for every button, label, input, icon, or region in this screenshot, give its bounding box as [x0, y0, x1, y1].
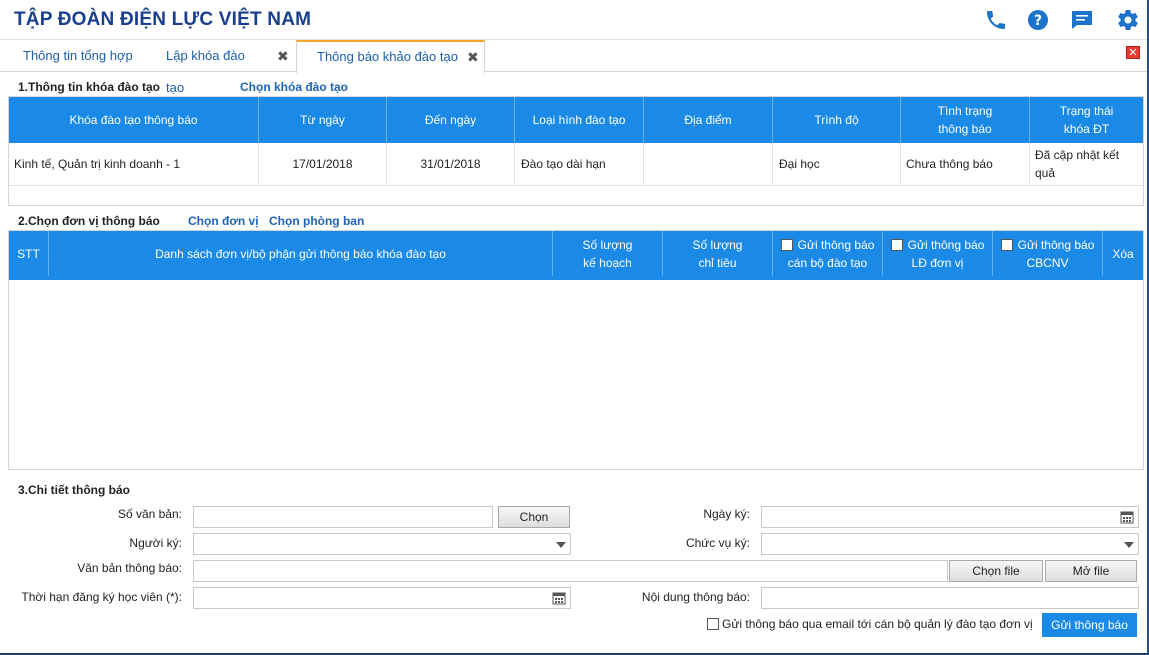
- choose-course-link[interactable]: Chọn khóa đào tạo: [240, 80, 348, 94]
- header-line-text: Gửi thông báo: [797, 237, 875, 252]
- col-header-planned-qty: Số lượng kế hoạch: [553, 231, 663, 276]
- header-line: LĐ đơn vị: [911, 255, 964, 270]
- open-file-button[interactable]: Mở file: [1045, 560, 1137, 582]
- table-cell: [644, 143, 773, 186]
- col-header-stt: STT: [9, 231, 49, 276]
- choose-button[interactable]: Chọn: [498, 506, 570, 528]
- section2-title: 2.Chọn đơn vị thông báo: [18, 214, 160, 228]
- chevron-down-icon: [556, 542, 566, 548]
- notice-content-input[interactable]: [761, 587, 1139, 609]
- doc-number-label: Số văn bản:: [117, 507, 182, 521]
- tab-label: Thông báo khảo đào tạo: [317, 49, 458, 64]
- header-line: Gửi thông báo: [1000, 236, 1095, 254]
- app-window: TẬP ĐOÀN ĐIỆN LỰC VIỆT NAM ? Thông tin t…: [0, 0, 1149, 655]
- close-icon[interactable]: ✖: [277, 48, 289, 65]
- table-cell: Đại học: [773, 143, 901, 186]
- help-icon[interactable]: ?: [1026, 8, 1050, 32]
- unit-table: STT Danh sách đơn vị/bộ phận gửi thông b…: [8, 230, 1144, 470]
- calendar-icon[interactable]: [552, 591, 566, 605]
- tab-thong-tin-tong-hop[interactable]: Thông tin tổng hợp: [23, 40, 143, 72]
- sign-date-input[interactable]: [761, 506, 1139, 528]
- chevron-down-icon: [1124, 542, 1134, 548]
- col-header-send-leader: Gửi thông báo LĐ đơn vị: [883, 231, 993, 276]
- header-line: kế hoạch: [583, 255, 632, 270]
- tab-label: Lập khóa đào tạo: [166, 48, 245, 95]
- col-header: Loại hình đào tạo: [515, 97, 644, 143]
- header-line: Số lượng: [692, 237, 743, 252]
- notice-content-label: Nội dung thông báo:: [641, 590, 750, 604]
- header-underline: [9, 276, 1143, 280]
- col-header-quota-qty: Số lượng chỉ tiêu: [663, 231, 773, 276]
- top-bar: TẬP ĐOÀN ĐIỆN LỰC VIỆT NAM ?: [0, 0, 1147, 40]
- col-header-delete: Xóa: [1103, 231, 1143, 276]
- choose-department-link[interactable]: Chọn phòng ban: [269, 214, 364, 228]
- choose-unit-link[interactable]: Chọn đơn vị: [188, 214, 259, 228]
- send-trainer-checkbox[interactable]: [780, 238, 793, 251]
- doc-number-input[interactable]: [193, 506, 493, 528]
- choose-file-button[interactable]: Chọn file: [949, 560, 1043, 582]
- header-line: chỉ tiêu: [698, 255, 737, 270]
- signer-title-select[interactable]: [761, 533, 1139, 555]
- header-line: Số lượng: [582, 237, 633, 252]
- deadline-label: Thời hạn đăng ký học viên (*):: [21, 590, 182, 604]
- col-header: Từ ngày: [259, 97, 387, 143]
- sign-date-label: Ngày ký:: [703, 507, 750, 521]
- col-header: Trạng thái khóa ĐT: [1030, 97, 1143, 143]
- email-notify-label: Gửi thông báo qua email tới cán bộ quản …: [722, 617, 1033, 631]
- header-line-text: Gửi thông báo: [1017, 237, 1095, 252]
- header-line: CBCNV: [1026, 255, 1069, 270]
- section1-title: 1.Thông tin khóa đào tạo: [18, 80, 160, 94]
- notice-doc-input[interactable]: [193, 560, 948, 582]
- col-header: Trình độ: [773, 97, 901, 143]
- table-cell: 31/01/2018: [387, 143, 515, 186]
- close-icon[interactable]: ✖: [467, 42, 479, 72]
- col-header: Khóa đào tạo thông báo: [9, 97, 259, 143]
- section3-title: 3.Chi tiết thông báo: [18, 483, 130, 497]
- col-header: Tình trạng thông báo: [901, 97, 1030, 143]
- svg-text:?: ?: [1034, 13, 1042, 29]
- col-header-unit-list: Danh sách đơn vị/bộ phận gửi thông báo k…: [49, 231, 553, 276]
- app-title: TẬP ĐOÀN ĐIỆN LỰC VIỆT NAM: [14, 9, 312, 30]
- table-cell: 17/01/2018: [259, 143, 387, 186]
- notice-doc-label: Văn bản thông báo:: [77, 561, 182, 575]
- calendar-icon[interactable]: [1120, 510, 1134, 524]
- send-staff-checkbox[interactable]: [1000, 238, 1013, 251]
- header-line: cán bộ đào tạo: [787, 255, 868, 270]
- table-cell: Đào tạo dài hạn: [515, 143, 644, 186]
- header-line-text: Gửi thông báo: [907, 237, 985, 252]
- chat-icon[interactable]: [1070, 8, 1094, 32]
- phone-icon[interactable]: [984, 8, 1008, 32]
- header-line: Gửi thông báo: [780, 236, 875, 254]
- tab-thong-bao-khao-dao-tao[interactable]: Thông báo khảo đào tạo ✖: [296, 40, 485, 73]
- send-notice-button[interactable]: Gửi thông báo: [1042, 613, 1137, 637]
- signer-label: Người ký:: [129, 536, 182, 550]
- table-cell: Chưa thông báo: [901, 143, 1030, 186]
- signer-title-label: Chức vụ ký:: [685, 536, 750, 550]
- tab-label: Thông tin tổng hợp: [23, 48, 133, 63]
- col-header-send-trainer: Gửi thông báo cán bộ đào tạo: [773, 231, 883, 276]
- col-header: Địa điểm: [644, 97, 773, 143]
- header-line: Gửi thông báo: [890, 236, 985, 254]
- send-leader-checkbox[interactable]: [890, 238, 903, 251]
- signer-select[interactable]: [193, 533, 571, 555]
- gear-icon[interactable]: [1116, 8, 1140, 32]
- table-cell: Kinh tế, Quản trị kinh doanh - 1: [9, 143, 259, 186]
- window-close-icon[interactable]: ✕: [1126, 46, 1140, 59]
- tab-bar: Thông tin tổng hợp Lập khóa đào tạo ✖ Th…: [0, 40, 1147, 95]
- email-notify-checkbox[interactable]: [707, 618, 719, 630]
- deadline-input[interactable]: [193, 587, 571, 609]
- tab-lap-khoa-dao-tao[interactable]: Lập khóa đào tạo: [166, 40, 266, 95]
- table-cell: Đã cập nhật kết quả: [1030, 143, 1143, 186]
- course-table: Khóa đào tạo thông báo Từ ngày Đến ngày …: [8, 96, 1144, 206]
- col-header-send-staff: Gửi thông báo CBCNV: [993, 231, 1103, 276]
- col-header: Đến ngày: [387, 97, 515, 143]
